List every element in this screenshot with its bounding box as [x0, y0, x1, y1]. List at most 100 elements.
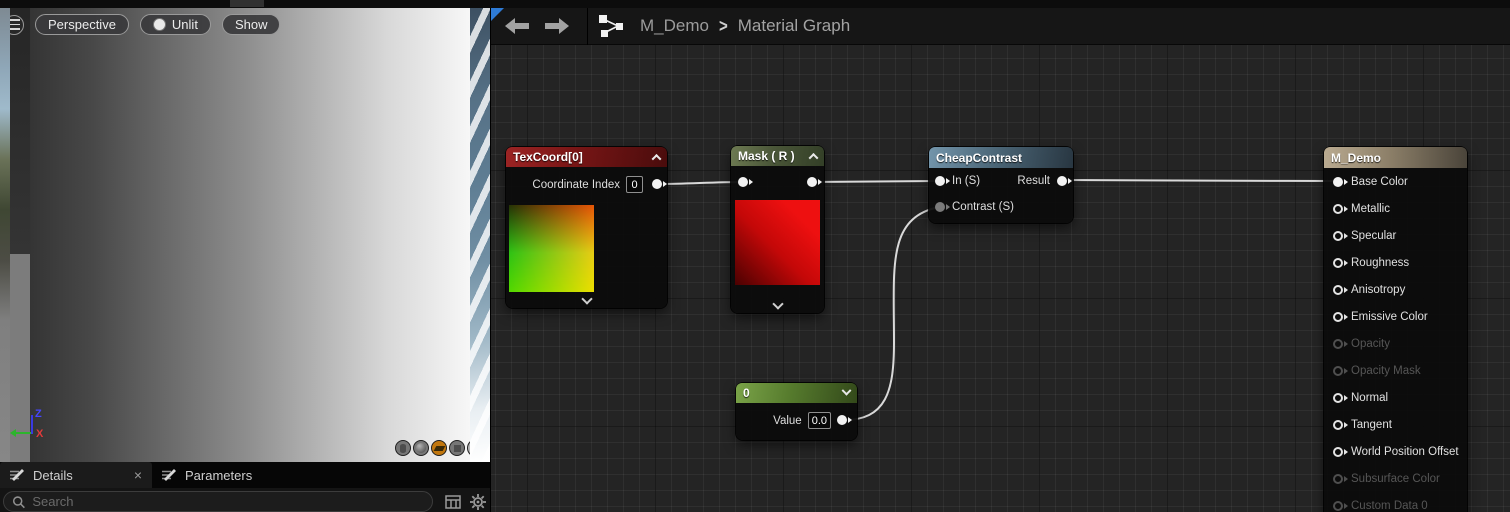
shape-sphere-button[interactable] [413, 440, 429, 456]
pin-mask-output[interactable] [807, 177, 822, 187]
pin-specular[interactable] [1333, 230, 1348, 241]
material-pin-row: Opacity [1324, 330, 1467, 357]
pin-texcoord-output[interactable] [652, 179, 667, 189]
perspective-button[interactable]: Perspective [35, 14, 129, 35]
pin-anisotropy[interactable] [1333, 284, 1348, 295]
tab-close-icon[interactable]: × [134, 468, 142, 482]
breadcrumb: M_Demo > Material Graph [640, 15, 850, 36]
graph-header-bar: M_Demo > Material Graph [491, 8, 1510, 45]
tab-parameters[interactable]: Parameters [152, 462, 262, 488]
node-material-header[interactable]: M_Demo [1324, 147, 1467, 168]
expand-preview-chevron-icon[interactable] [771, 298, 784, 310]
pin-world-position-offset[interactable] [1333, 446, 1348, 457]
material-graph-canvas[interactable]: TexCoord[0] Coordinate Index 0 Mask ( R … [490, 8, 1510, 512]
pin-in-s[interactable] [935, 176, 950, 186]
node-texcoord[interactable]: TexCoord[0] Coordinate Index 0 [506, 147, 667, 308]
material-pin-label: Custom Data 0 [1351, 499, 1428, 512]
material-pin-label: Emissive Color [1351, 310, 1428, 323]
active-tab-corner-icon [491, 8, 504, 21]
node-texcoord-header[interactable]: TexCoord[0] [506, 147, 667, 167]
z-axis-line [31, 415, 33, 434]
pin-metallic[interactable] [1333, 203, 1348, 214]
material-preview-viewport[interactable]: Perspective Unlit Show Z X [10, 8, 470, 462]
wire-mask-to-contrast [808, 180, 940, 183]
node-mask[interactable]: Mask ( R ) [731, 146, 824, 313]
node-mask-header[interactable]: Mask ( R ) [731, 146, 824, 166]
display-filter-table-icon[interactable] [445, 494, 461, 509]
axis-gizmo: Z X [10, 408, 56, 442]
y-axis-line [14, 432, 32, 434]
pin-subsurface-color[interactable] [1333, 473, 1348, 484]
node-scalar-constant[interactable]: 0 Value 0.0 [736, 383, 857, 440]
node-cheapcontrast[interactable]: CheapContrast In (S) Result Contrast (S) [929, 147, 1073, 223]
search-input[interactable] [32, 494, 424, 509]
in-s-label: In (S) [952, 175, 981, 187]
tab-details[interactable]: Details × [0, 462, 152, 488]
viewport-menu-icon[interactable] [10, 14, 24, 35]
material-pin-row: Roughness [1324, 249, 1467, 276]
breadcrumb-asset-name[interactable]: M_Demo [640, 16, 709, 36]
pin-opacity[interactable] [1333, 338, 1348, 349]
material-pin-row: Normal [1324, 384, 1467, 411]
forward-arrow-icon[interactable] [545, 18, 569, 34]
search-box[interactable] [3, 491, 433, 512]
node-scalar-header[interactable]: 0 [736, 383, 857, 403]
material-pin-row: Custom Data 0 [1324, 492, 1467, 512]
expand-preview-chevron-icon[interactable] [580, 293, 593, 305]
shape-cube-button[interactable] [449, 440, 465, 456]
coordinate-index-field[interactable]: 0 [626, 176, 643, 193]
background-scene-sliver-mid [470, 8, 490, 462]
shape-plane-button[interactable] [431, 440, 447, 456]
preview-shape-buttons [395, 439, 470, 457]
collapse-chevron-icon[interactable] [651, 153, 662, 164]
pin-base-color[interactable] [1333, 176, 1348, 187]
pin-opacity-mask[interactable] [1333, 365, 1348, 376]
coordinate-index-label: Coordinate Index [532, 178, 620, 191]
node-material-result[interactable]: M_Demo Base Color Metallic Specular Roughne… [1324, 147, 1467, 512]
unlit-button[interactable]: Unlit [139, 14, 211, 35]
pin-scalar-output[interactable] [837, 415, 852, 425]
material-pin-label: Anisotropy [1351, 283, 1406, 296]
material-editor-screen: Perspective Unlit Show Z X TexCoord[0] C… [0, 0, 1510, 512]
show-button[interactable]: Show [221, 14, 281, 35]
details-tab-bar: Details × Parameters [0, 462, 490, 488]
material-pin-label: Tangent [1351, 418, 1392, 431]
pin-emissive-color[interactable] [1333, 311, 1348, 322]
view-mode-icon [152, 18, 166, 31]
mask-pin-row [731, 177, 824, 187]
node-cheapcontrast-header[interactable]: CheapContrast [929, 147, 1073, 168]
pin-result[interactable] [1057, 176, 1072, 186]
back-arrow-icon[interactable] [505, 18, 529, 34]
material-pin-row: Specular [1324, 222, 1467, 249]
pin-contrast-s[interactable] [935, 202, 950, 212]
pin-custom-data-0[interactable] [1333, 500, 1348, 511]
show-label: Show [234, 17, 268, 32]
details-search-row [0, 488, 490, 512]
scalar-value-field[interactable]: 0.0 [807, 412, 831, 429]
plane-icon [433, 445, 445, 451]
contrast-s-label: Contrast (S) [952, 201, 1014, 213]
pin-tangent[interactable] [1333, 419, 1348, 430]
coordinate-index-row: Coordinate Index 0 [506, 176, 643, 193]
sphere-icon [416, 443, 426, 453]
collapse-chevron-icon[interactable] [841, 385, 852, 396]
z-axis-label: Z [35, 408, 42, 420]
pin-normal[interactable] [1333, 392, 1348, 403]
pin-mask-input[interactable] [738, 177, 753, 187]
material-pin-label: Opacity Mask [1351, 364, 1421, 377]
collapse-chevron-icon[interactable] [808, 152, 819, 163]
x-axis-label: X [36, 428, 44, 440]
settings-gear-icon[interactable] [470, 493, 486, 510]
material-pin-row: Emissive Color [1324, 303, 1467, 330]
node-cheapcontrast-title: CheapContrast [936, 150, 1023, 165]
wire-result-to-basecolor [1061, 179, 1338, 182]
toolbar-separator [587, 8, 588, 45]
shape-cylinder-button[interactable] [395, 440, 411, 456]
pin-roughness[interactable] [1333, 257, 1348, 268]
details-toolbar-icons [445, 493, 486, 510]
details-pencil-icon [10, 469, 24, 481]
background-scene-sliver-left [0, 8, 10, 512]
cylinder-icon [400, 443, 406, 453]
result-label: Result [1017, 175, 1050, 187]
viewport-left-shade-top [10, 8, 30, 254]
